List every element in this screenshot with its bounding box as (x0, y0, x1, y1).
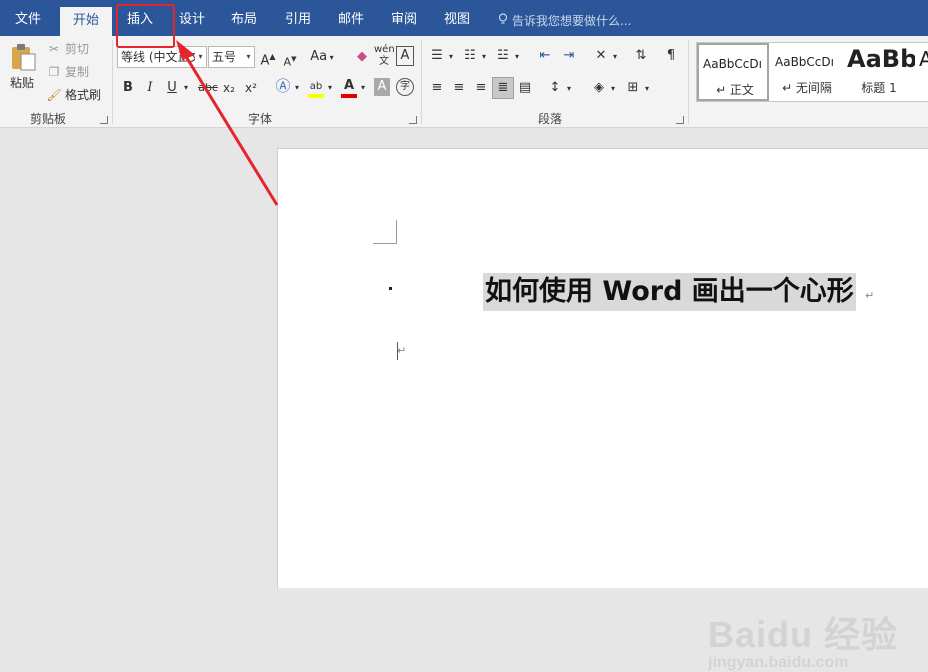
annotation-arrow-icon (176, 40, 279, 206)
watermark-line1: Baidu 经验 (708, 614, 899, 655)
baidu-watermark: Baidu 经验 jingyan.baidu.com (708, 606, 898, 672)
